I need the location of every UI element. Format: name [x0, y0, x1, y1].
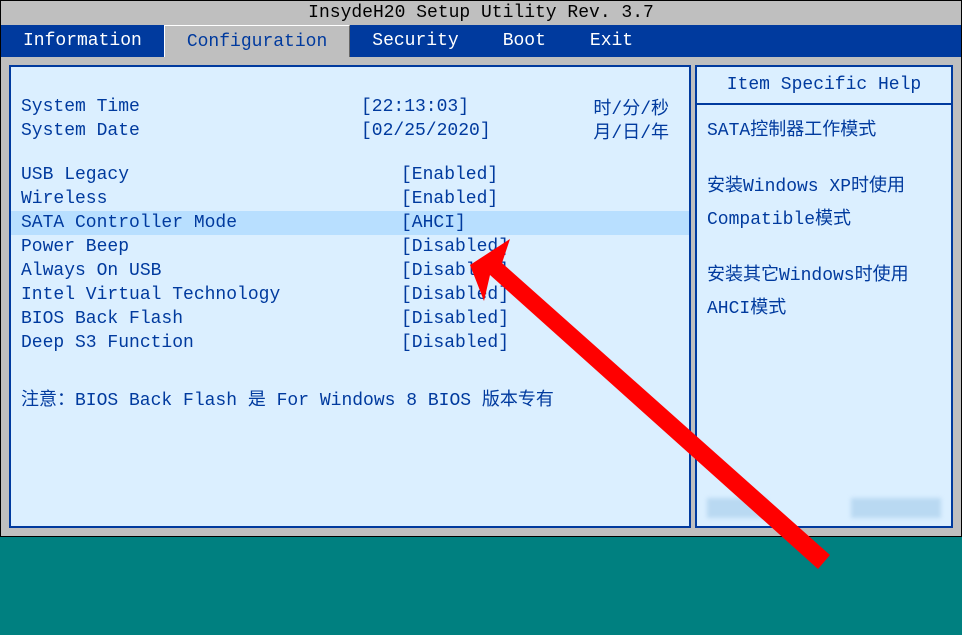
window-title: InsydeH20 Setup Utility Rev. 3.7 — [1, 1, 961, 25]
tab-information[interactable]: Information — [1, 25, 164, 57]
value-system-time[interactable]: [22:13:03] — [361, 97, 469, 117]
value-deep-s3-function[interactable]: [Disabled] — [401, 333, 509, 353]
value-power-beep[interactable]: [Disabled] — [401, 237, 509, 257]
hint-system-date: 月/日/年 — [593, 118, 679, 144]
help-line-1: SATA控制器工作模式 — [707, 115, 941, 147]
row-system-date[interactable]: System Date [02/25/2020] 月/日/年 — [21, 119, 679, 143]
row-deep-s3-function[interactable]: Deep S3 Function [Disabled] — [21, 331, 679, 355]
row-sata-controller-mode[interactable]: SATA Controller Mode [AHCI] — [11, 211, 689, 235]
value-system-date[interactable]: [02/25/2020] — [361, 121, 491, 141]
label-power-beep: Power Beep — [21, 237, 361, 257]
help-line-3: 安装其它Windows时使用AHCI模式 — [707, 260, 941, 325]
label-always-on-usb: Always On USB — [21, 261, 361, 281]
blur-block — [851, 498, 941, 518]
value-sata-controller-mode[interactable]: [AHCI] — [401, 213, 466, 233]
content-area: System Time [22:13:03] 时/分/秒 System Date… — [1, 57, 961, 536]
label-intel-virtual-technology: Intel Virtual Technology — [21, 285, 361, 305]
row-always-on-usb[interactable]: Always On USB [Disabled] — [21, 259, 679, 283]
settings-panel: System Time [22:13:03] 时/分/秒 System Date… — [9, 65, 691, 528]
tab-boot[interactable]: Boot — [481, 25, 568, 57]
value-always-on-usb[interactable]: [Disabled] — [401, 261, 509, 281]
help-panel: Item Specific Help SATA控制器工作模式 安装Windows… — [695, 65, 953, 528]
tab-configuration[interactable]: Configuration — [164, 25, 350, 57]
tab-security[interactable]: Security — [350, 25, 480, 57]
tab-exit[interactable]: Exit — [568, 25, 655, 57]
row-power-beep[interactable]: Power Beep [Disabled] — [21, 235, 679, 259]
row-wireless[interactable]: Wireless [Enabled] — [21, 187, 679, 211]
label-deep-s3-function: Deep S3 Function — [21, 333, 361, 353]
row-system-time[interactable]: System Time [22:13:03] 时/分/秒 — [21, 95, 679, 119]
blur-block — [707, 498, 767, 518]
label-system-time: System Time — [21, 97, 361, 117]
help-body: SATA控制器工作模式 安装Windows XP时使用Compatible模式 … — [697, 105, 951, 492]
label-system-date: System Date — [21, 121, 361, 141]
label-sata-controller-mode: SATA Controller Mode — [21, 213, 361, 233]
hint-system-time: 时/分/秒 — [593, 94, 679, 120]
label-usb-legacy: USB Legacy — [21, 165, 361, 185]
menu-bar: Information Configuration Security Boot … — [1, 25, 961, 57]
value-wireless[interactable]: [Enabled] — [401, 189, 498, 209]
row-intel-virtual-technology[interactable]: Intel Virtual Technology [Disabled] — [21, 283, 679, 307]
label-bios-back-flash: BIOS Back Flash — [21, 309, 361, 329]
help-line-2: 安装Windows XP时使用Compatible模式 — [707, 171, 941, 236]
value-usb-legacy[interactable]: [Enabled] — [401, 165, 498, 185]
note-text: 注意：BIOS Back Flash 是 For Windows 8 BIOS … — [21, 385, 679, 411]
row-bios-back-flash[interactable]: BIOS Back Flash [Disabled] — [21, 307, 679, 331]
value-intel-virtual-technology[interactable]: [Disabled] — [401, 285, 509, 305]
bios-window: InsydeH20 Setup Utility Rev. 3.7 Informa… — [0, 0, 962, 537]
label-wireless: Wireless — [21, 189, 361, 209]
help-title: Item Specific Help — [697, 67, 951, 105]
help-bottom-bar — [697, 492, 951, 526]
row-usb-legacy[interactable]: USB Legacy [Enabled] — [21, 163, 679, 187]
value-bios-back-flash[interactable]: [Disabled] — [401, 309, 509, 329]
